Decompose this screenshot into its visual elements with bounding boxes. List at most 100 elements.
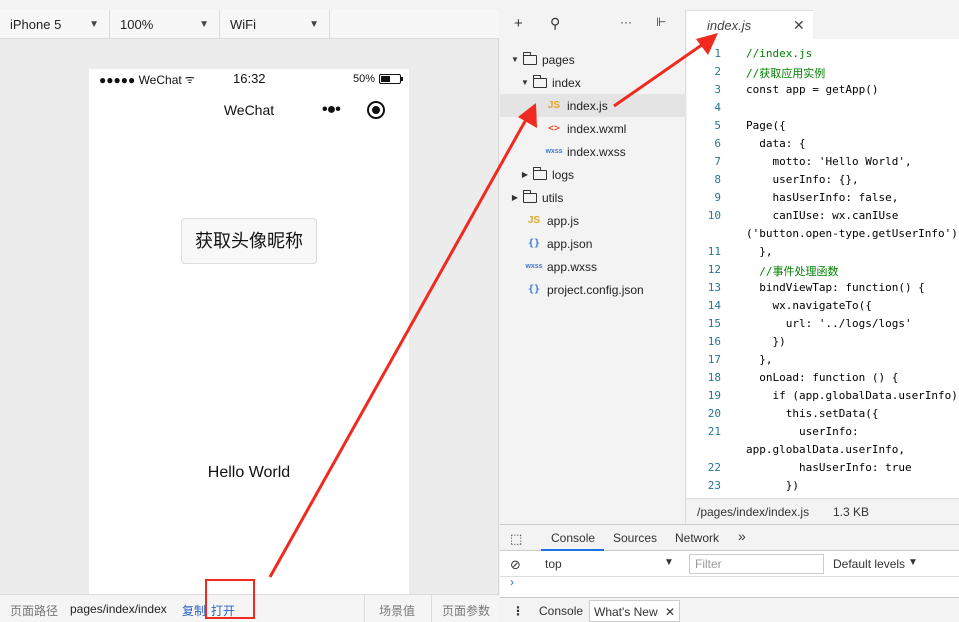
- file-tree-panel: + ⚲ ··· ⊩ ▼ pages ▼ index JS index.js <>…: [500, 10, 686, 546]
- console-prompt[interactable]: ›: [510, 575, 514, 589]
- drawer-tab-console[interactable]: Console: [539, 604, 583, 618]
- line-number: 4: [714, 101, 721, 114]
- tab-network[interactable]: Network: [675, 531, 719, 545]
- line-number: 12: [707, 263, 721, 276]
- params-button[interactable]: 页面参数: [442, 602, 490, 619]
- phone-status-bar: ●●●●● WeChat ᯤ 16:32 50%: [89, 69, 409, 89]
- network-select[interactable]: WiFi ▼: [220, 10, 330, 39]
- line-number: 1: [714, 47, 721, 60]
- console-filter-bar: ⊘ top ▼ Filter Default levels ▼: [500, 551, 959, 577]
- chevron-right-icon: ▶: [521, 170, 529, 179]
- zoom-value: 100%: [120, 17, 154, 32]
- close-icon[interactable]: ✕: [665, 605, 675, 619]
- more-tabs-icon[interactable]: »: [738, 528, 746, 544]
- line-number: 15: [707, 317, 721, 330]
- editor-tab-bar: index.js ✕: [687, 10, 959, 39]
- context-select[interactable]: top: [545, 557, 562, 571]
- inspect-icon[interactable]: ⬚: [510, 531, 522, 547]
- code-line: app.globalData.userInfo,: [746, 443, 905, 456]
- tree-toolbar: + ⚲ ··· ⊩: [500, 10, 686, 39]
- status-time: 16:32: [233, 71, 266, 86]
- code-line: userInfo:: [746, 425, 859, 438]
- drawer-menu-icon[interactable]: ⋮: [512, 604, 524, 618]
- code-line: motto: 'Hello World',: [746, 155, 912, 168]
- scene-button[interactable]: 场景值: [379, 602, 415, 619]
- tree-folder-pages[interactable]: ▼ pages: [500, 48, 686, 71]
- line-number: 9: [714, 191, 721, 204]
- phone-nav-bar: WeChat •●•: [89, 89, 409, 133]
- code-line: canIUse: wx.canIUse: [746, 209, 899, 222]
- line-number: 10: [707, 209, 721, 222]
- tree-folder-index[interactable]: ▼ index: [500, 71, 686, 94]
- code-line: this.setData({: [746, 407, 879, 420]
- close-icon[interactable]: ✕: [793, 17, 805, 34]
- chevron-down-icon: ▼: [511, 55, 519, 64]
- tree-file-app-wxss[interactable]: wxss app.wxss: [500, 255, 686, 278]
- levels-select[interactable]: Default levels: [833, 557, 905, 571]
- more-icon[interactable]: ···: [620, 15, 632, 29]
- more-dots-icon[interactable]: •●•: [322, 101, 341, 119]
- clear-console-icon[interactable]: ⊘: [510, 557, 521, 573]
- chevron-down-icon: ▼: [908, 557, 918, 568]
- chevron-down-icon: ▼: [199, 19, 209, 30]
- wxml-file-icon: <>: [547, 123, 561, 134]
- chevron-down-icon: ▼: [521, 78, 529, 87]
- editor-tab-index-js[interactable]: index.js ✕: [687, 10, 813, 39]
- filter-input[interactable]: Filter: [689, 554, 824, 574]
- chevron-right-icon: ▶: [511, 193, 519, 202]
- get-avatar-button[interactable]: 获取头像昵称: [181, 218, 317, 264]
- tab-sources[interactable]: Sources: [613, 531, 657, 545]
- line-number: 6: [714, 137, 721, 150]
- code-line: ('button.open-type.getUserInfo'): [746, 227, 958, 240]
- file-path: /pages/index/index.js: [697, 505, 810, 519]
- json-file-icon: {}: [527, 284, 541, 295]
- js-file-icon: JS: [547, 100, 561, 111]
- line-number: 17: [707, 353, 721, 366]
- line-number: 20: [707, 407, 721, 420]
- capsule-close-icon[interactable]: [367, 101, 385, 119]
- tree-file-index-wxss[interactable]: wxss index.wxss: [500, 140, 686, 163]
- device-select[interactable]: iPhone 5 ▼: [0, 10, 110, 39]
- code-line: },: [746, 245, 773, 258]
- divider: [431, 595, 432, 622]
- tree-file-app-json[interactable]: {} app.json: [500, 232, 686, 255]
- code-line: const app = getApp(): [746, 83, 879, 96]
- add-icon[interactable]: +: [514, 15, 523, 32]
- zoom-select[interactable]: 100% ▼: [110, 10, 220, 39]
- tree-file-app-js[interactable]: JS app.js: [500, 209, 686, 232]
- code-line: hasUserInfo: false,: [746, 191, 899, 204]
- code-editor: index.js ✕ 1 //index.js 2 //获取应用实例 3 const ap…: [687, 10, 959, 546]
- code-line: Page({: [746, 119, 786, 132]
- code-line: },: [746, 353, 773, 366]
- tree-file-project-config[interactable]: {} project.config.json: [500, 278, 686, 301]
- carrier: ●●●●● WeChat ᯤ: [99, 72, 195, 87]
- collapse-icon[interactable]: ⊩: [656, 15, 666, 29]
- tree-file-index-js[interactable]: JS index.js: [500, 94, 686, 117]
- device-toolbar: iPhone 5 ▼ 100% ▼ WiFi ▼: [0, 10, 499, 39]
- code-area[interactable]: 1 //index.js 2 //获取应用实例 3 const app = getApp(…: [687, 39, 959, 497]
- top-menu-strip: [0, 0, 959, 10]
- copy-link[interactable]: 复制: [182, 602, 206, 619]
- wifi-icon: ᯤ: [184, 74, 195, 86]
- folder-icon: [523, 189, 537, 203]
- simulator-panel: iPhone 5 ▼ 100% ▼ WiFi ▼ ●●●●● WeChat ᯤ …: [0, 10, 499, 622]
- code-line: userInfo: {},: [746, 173, 859, 186]
- chevron-down-icon: ▼: [309, 19, 319, 30]
- search-icon[interactable]: ⚲: [550, 15, 560, 32]
- code-line: //事件处理函数: [746, 265, 839, 278]
- line-number: 14: [707, 299, 721, 312]
- tree-file-index-wxml[interactable]: <> index.wxml: [500, 117, 686, 140]
- drawer-tab-whats-new[interactable]: What's New ✕: [589, 600, 681, 622]
- tree-folder-logs[interactable]: ▶ logs: [500, 163, 686, 186]
- path-label: 页面路径: [10, 604, 59, 618]
- line-number: 23: [707, 479, 721, 492]
- nav-title: WeChat: [223, 102, 275, 118]
- devtools-window: iPhone 5 ▼ 100% ▼ WiFi ▼ ●●●●● WeChat ᯤ …: [0, 0, 959, 622]
- divider: [364, 595, 365, 622]
- tab-label: index.js: [707, 18, 752, 33]
- devtools-tab-bar: ⬚ Console Sources Network »: [500, 525, 959, 551]
- tab-console[interactable]: Console: [551, 531, 595, 545]
- battery-icon: [379, 74, 403, 84]
- line-number: 3: [714, 83, 721, 96]
- tree-folder-utils[interactable]: ▶ utils: [500, 186, 686, 209]
